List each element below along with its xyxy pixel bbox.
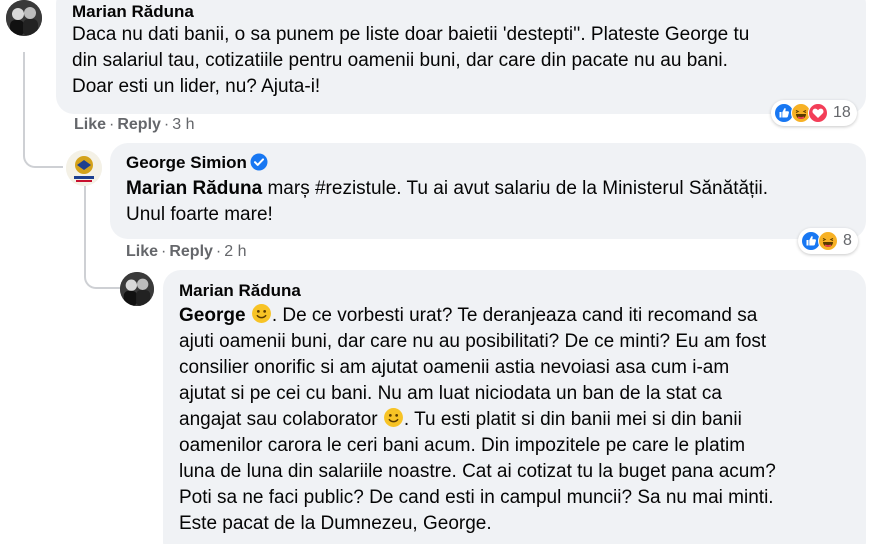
- comment-author[interactable]: Marian Răduna: [72, 2, 194, 22]
- avatar-photo-icon: [120, 272, 154, 306]
- comment-timestamp[interactable]: 3 h: [172, 116, 194, 133]
- smile-emoji-icon: [383, 408, 403, 427]
- comment-text: Marian Răduna marș #rezistule. Tu ai avu…: [126, 176, 856, 228]
- reactions-summary[interactable]: 18: [771, 100, 857, 126]
- comment-author[interactable]: George Simion: [126, 153, 268, 173]
- comment-bubble: Marian Răduna George . De ce vorbesti ur…: [163, 270, 866, 544]
- comment-author[interactable]: Marian Răduna: [179, 281, 301, 301]
- comment-text-line: Unul foarte mare!: [126, 204, 273, 225]
- comment-author-name: George Simion: [126, 153, 247, 172]
- smile-emoji-icon: [251, 304, 271, 323]
- reaction-count: 18: [833, 104, 851, 121]
- comment-text: George . De ce vorbesti urat? Te deranje…: [179, 303, 864, 537]
- reply-button[interactable]: Reply: [117, 116, 161, 133]
- reply-button[interactable]: Reply: [169, 243, 213, 260]
- haha-icon: [818, 231, 838, 251]
- love-icon: [808, 103, 828, 123]
- mention-link[interactable]: George: [179, 305, 246, 326]
- thread-line-reply: [84, 186, 86, 256]
- comment-actions: Like · Reply · 2 h: [126, 243, 247, 260]
- thread-line-main: [23, 52, 25, 122]
- thread-connector-reply-1: [23, 122, 63, 168]
- reactions-summary[interactable]: 8: [798, 228, 858, 254]
- comment-text: Daca nu dati banii, o sa punem pe liste …: [72, 24, 750, 97]
- comment-timestamp[interactable]: 2 h: [224, 243, 246, 260]
- avatar[interactable]: [120, 272, 154, 306]
- comment-text-line: marș #rezistule. Tu ai avut salariu de l…: [262, 178, 769, 199]
- avatar[interactable]: [6, 0, 42, 36]
- thread-connector-reply-2: [84, 256, 120, 289]
- comment-bubble: Marian Răduna Daca nu dati banii, o sa p…: [56, 0, 866, 114]
- reaction-count: 8: [843, 232, 852, 249]
- verified-badge-icon: [250, 153, 268, 171]
- mention-link[interactable]: Marian Răduna: [126, 178, 262, 199]
- avatar[interactable]: [66, 150, 102, 186]
- like-button[interactable]: Like: [126, 243, 158, 260]
- avatar-photo-icon: [6, 0, 42, 36]
- comment-bubble: George Simion Marian Răduna marș #rezist…: [110, 143, 866, 239]
- avatar-logo-icon: [66, 150, 102, 186]
- comment-actions: Like · Reply · 3 h: [74, 116, 195, 133]
- like-button[interactable]: Like: [74, 116, 106, 133]
